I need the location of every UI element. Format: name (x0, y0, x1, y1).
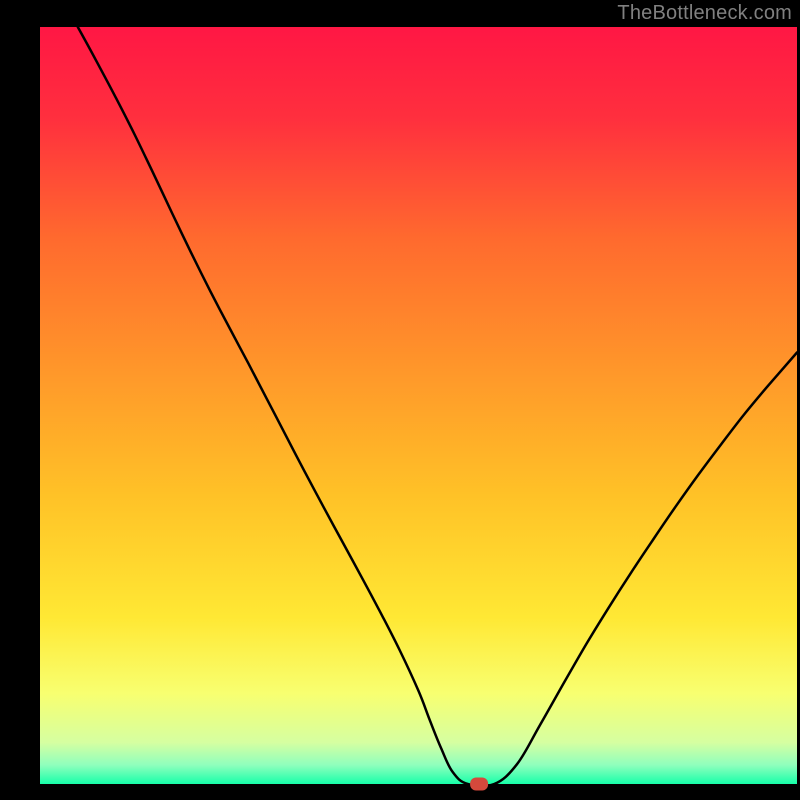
bottleneck-chart (0, 0, 800, 800)
minimum-marker (470, 778, 488, 791)
chart-container: TheBottleneck.com (0, 0, 800, 800)
gradient-panel (40, 27, 797, 784)
watermark-text: TheBottleneck.com (617, 2, 792, 25)
